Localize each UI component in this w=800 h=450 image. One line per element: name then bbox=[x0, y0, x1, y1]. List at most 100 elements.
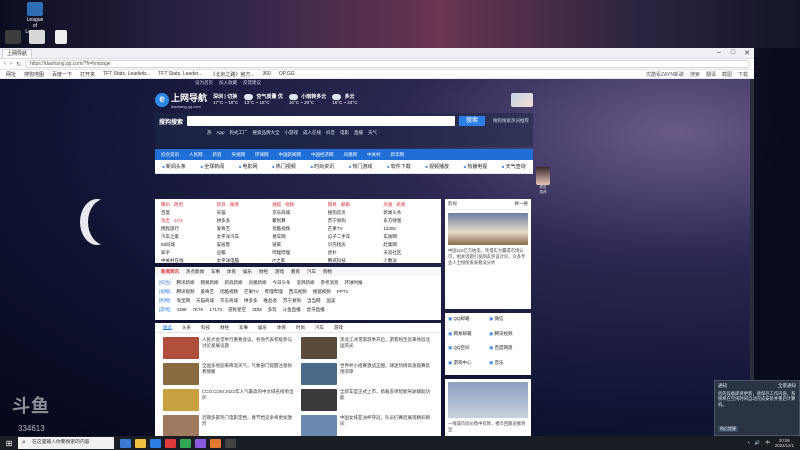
quick-app[interactable]: 百度网盘 bbox=[489, 345, 528, 358]
panel-text[interactable]: 中国110亿元拍卖，凭借实力赢得市场认可，相关话题引发网友热议讨论，众多专业人士… bbox=[445, 248, 531, 266]
hot-word[interactable]: 直播 bbox=[354, 130, 363, 136]
quick-link[interactable]: 时尚资讯 bbox=[311, 163, 334, 170]
feed-item[interactable]: 世界杯小组赛激战正酣，球迷热情高涨观赛氛围浓厚 bbox=[301, 363, 433, 385]
feed-item[interactable]: 黑龙江冰雪旅游季开启，游客纷至沓来体验北国风光 bbox=[301, 337, 433, 359]
taskbar-app-icon[interactable] bbox=[135, 438, 146, 448]
feed-tab[interactable]: 科技 bbox=[201, 325, 210, 330]
site-link[interactable]: 少数派 bbox=[383, 258, 435, 265]
feed-item[interactable]: 全新车型正式上市，搭载多项智能驾驶辅助功能 bbox=[301, 389, 433, 411]
site-link[interactable]: 网易 · 邮箱 bbox=[328, 202, 380, 209]
category-link[interactable]: 新浪 bbox=[213, 152, 222, 158]
row-tag[interactable]: [综合] bbox=[159, 280, 171, 286]
hot-word[interactable]: 小游戏 bbox=[285, 130, 299, 136]
link[interactable]: 优酷视频 bbox=[220, 289, 238, 295]
quick-link[interactable]: 软件下载 bbox=[387, 163, 411, 170]
bookmark[interactable]: 打开夹 bbox=[80, 71, 95, 78]
tray-overflow-icon[interactable]: ^ bbox=[748, 441, 750, 446]
link[interactable]: 澎湃新闻 bbox=[297, 280, 315, 286]
link[interactable]: 当当网 bbox=[307, 298, 321, 304]
link[interactable]: 环球时报 bbox=[345, 280, 363, 286]
site-link[interactable]: 东方财富 bbox=[383, 218, 435, 225]
category-link[interactable]: 中国新闻网 bbox=[279, 152, 302, 158]
link[interactable]: 新浪新闻 bbox=[225, 280, 243, 286]
bookmark[interactable]: 《北京之路》官方... bbox=[210, 71, 254, 78]
site-link[interactable]: 豆瓣 bbox=[217, 250, 269, 257]
news-tab[interactable]: 娱乐 bbox=[243, 269, 252, 274]
toolbar-item[interactable]: 翻译 bbox=[706, 71, 716, 78]
site-link[interactable]: 天猫 bbox=[217, 210, 269, 217]
news-tab[interactable]: 军事 bbox=[211, 269, 220, 274]
site-link[interactable]: 知乎 bbox=[161, 250, 213, 257]
quick-link[interactable]: 新闻头条 bbox=[162, 163, 186, 170]
site-link[interactable]: 携程旅行 bbox=[161, 226, 213, 233]
site-link[interactable]: 聚划算 bbox=[272, 218, 324, 225]
bookmark[interactable]: 搜狗地图 bbox=[24, 71, 44, 78]
link[interactable]: 7K7K bbox=[193, 307, 204, 312]
category-link[interactable]: 凤凰网 bbox=[344, 152, 358, 158]
hot-word[interactable]: App bbox=[217, 130, 225, 136]
refresh-button[interactable]: ↻ bbox=[16, 61, 21, 68]
news-tab[interactable]: 汽车 bbox=[307, 269, 316, 274]
category-link[interactable]: 中国经济网 bbox=[311, 152, 334, 158]
site-logo[interactable]: e 上网导航 daohang.qq.com bbox=[155, 91, 207, 109]
site-link[interactable]: 淘宝 · 21% bbox=[161, 218, 213, 225]
quick-link[interactable]: 天气查询 bbox=[502, 163, 526, 170]
link[interactable]: 网易新闻 bbox=[201, 280, 219, 286]
quick-link[interactable]: 全球新闻 bbox=[201, 163, 224, 170]
volume-icon[interactable]: 🔊 bbox=[755, 440, 761, 446]
feed-item[interactable]: 中国女排亚洲杯夺冠，队员们赛后展现精彩瞬间 bbox=[301, 415, 433, 436]
news-tab[interactable]: 游戏 bbox=[275, 269, 284, 274]
feed-item[interactable]: 全国多地迎来降温天气，气象部门提醒注意防寒保暖 bbox=[163, 363, 295, 385]
site-link[interactable]: 链家 bbox=[272, 242, 324, 249]
category-link[interactable]: 央视网 bbox=[232, 152, 246, 158]
toolbar-item[interactable]: 优酷看ZAYN新歌 bbox=[646, 71, 684, 78]
site-link[interactable]: 新浪 · 微博 bbox=[217, 202, 269, 209]
tab-featured[interactable]: 精选 bbox=[163, 325, 172, 330]
feed-tab[interactable]: 财经 bbox=[220, 325, 229, 330]
side-ad[interactable]: 精彩 推荐 bbox=[536, 167, 550, 227]
site-link[interactable]: 瓜子二手车 bbox=[328, 234, 380, 241]
news-tab[interactable]: 财经 bbox=[259, 269, 268, 274]
minimize-button[interactable]: – bbox=[712, 49, 726, 57]
link[interactable]: 凤凰新闻 bbox=[249, 280, 267, 286]
input-method-icon[interactable]: 中 bbox=[765, 440, 770, 446]
news-tab[interactable]: 购物 bbox=[323, 269, 332, 274]
site-link[interactable]: 赶集网 bbox=[383, 242, 435, 249]
row-tag[interactable]: [购物] bbox=[159, 298, 171, 304]
promo-image[interactable] bbox=[448, 382, 528, 418]
link[interactable]: 斗鱼直播 bbox=[283, 307, 301, 313]
feed-tab[interactable]: 游戏 bbox=[334, 325, 343, 330]
site-link[interactable]: 搜狐 · 视频 bbox=[272, 202, 324, 209]
link[interactable]: 爱奇艺 bbox=[201, 289, 215, 295]
start-button[interactable]: ⊞ bbox=[0, 439, 18, 448]
site-link[interactable]: 凤凰 · 新闻 bbox=[383, 202, 435, 209]
quick-link[interactable]: 热门游戏 bbox=[349, 163, 372, 170]
close-button[interactable]: ✕ bbox=[740, 49, 754, 57]
link[interactable]: 今日头条 bbox=[273, 280, 291, 286]
toolbar-item[interactable]: 截图 bbox=[722, 71, 732, 78]
link[interactable]: 天猫商城 bbox=[196, 298, 214, 304]
site-link[interactable]: 易车网 bbox=[272, 234, 324, 241]
hot-word[interactable]: 搜索品牌大全 bbox=[253, 130, 280, 136]
topline-link[interactable]: 加入收藏 bbox=[219, 80, 237, 86]
search-input[interactable] bbox=[187, 116, 455, 126]
topline-link[interactable]: 反馈建议 bbox=[243, 80, 261, 86]
site-link[interactable]: 百度 bbox=[161, 210, 213, 217]
bookmark[interactable]: TFT Stats, Leader... bbox=[158, 71, 202, 77]
feed-item[interactable]: CCO.COM 2022年人气最高的中文域名榜单出炉 bbox=[163, 389, 295, 411]
quick-app[interactable]: 微信 bbox=[489, 316, 528, 329]
search-button[interactable]: 搜索 bbox=[459, 116, 485, 126]
toast-notification[interactable]: 通知 全景通知 您的设备即将更新，请保存工作内容，系统将在空闲时间自动完成安装并… bbox=[714, 380, 800, 436]
desktop-icon-3[interactable] bbox=[26, 30, 48, 45]
link[interactable]: 苏宁易购 bbox=[283, 298, 301, 304]
link[interactable]: 芒果TV bbox=[244, 289, 259, 295]
hot-word[interactable]: 抖音 bbox=[326, 130, 335, 136]
feed-tab[interactable]: 汽车 bbox=[315, 325, 324, 330]
quick-app[interactable]: 游戏中心 bbox=[448, 360, 487, 373]
site-link[interactable]: 腾讯科技 bbox=[328, 258, 380, 265]
site-link[interactable]: 车质网 bbox=[383, 234, 435, 241]
link[interactable]: 西瓜视频 bbox=[289, 289, 307, 295]
bookmark[interactable]: 百度一下 bbox=[52, 71, 72, 78]
site-link[interactable]: 天涯社区 bbox=[383, 250, 435, 257]
row-tag[interactable]: [游戏] bbox=[159, 307, 171, 313]
